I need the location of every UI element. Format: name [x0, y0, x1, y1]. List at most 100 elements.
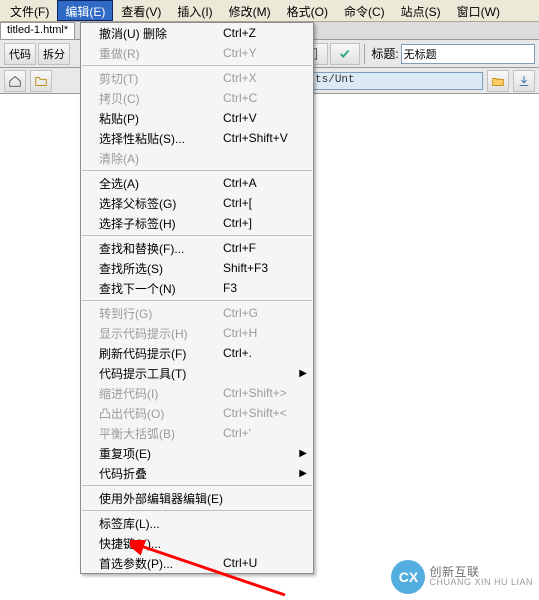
menu-item[interactable]: 查找和替换(F)...Ctrl+F — [81, 238, 313, 258]
menu-item-label: 平衡大括弧(B) — [99, 425, 223, 442]
menu-separator — [82, 235, 312, 236]
watermark-logo-icon: CX — [391, 560, 425, 594]
menu-item-shortcut: Ctrl+. — [223, 346, 307, 360]
watermark-sub: CHUANG XIN HU LIAN — [429, 577, 533, 587]
menu-item[interactable]: 标签库(L)... — [81, 513, 313, 533]
folder-icon — [34, 74, 48, 88]
menu-item-shortcut: Ctrl+X — [223, 71, 307, 85]
folder-open-icon — [491, 74, 505, 88]
menu-item-label: 重复项(E) — [99, 445, 223, 462]
menu-item-shortcut: Ctrl+[ — [223, 196, 307, 210]
home-icon — [8, 74, 22, 88]
menu-item: 平衡大括弧(B)Ctrl+' — [81, 423, 313, 443]
menu-item-label: 标签库(L)... — [99, 515, 223, 532]
menu-item: 剪切(T)Ctrl+X — [81, 68, 313, 88]
menu-item[interactable]: 选择子标签(H)Ctrl+] — [81, 213, 313, 233]
menu-item-label: 代码折叠 — [99, 465, 223, 482]
menu-separator — [82, 65, 312, 66]
watermark-brand: 创新互联 — [429, 567, 533, 577]
menu-item-shortcut: Ctrl+Shift+V — [223, 131, 307, 145]
menubar-item[interactable]: 插入(I) — [169, 0, 220, 21]
check-icon — [338, 47, 352, 61]
menu-item-shortcut: Ctrl+G — [223, 306, 307, 320]
menu-separator — [82, 510, 312, 511]
path-action-button[interactable] — [513, 70, 535, 92]
menu-item-label: 缩进代码(I) — [99, 385, 223, 402]
menu-item[interactable]: 查找下一个(N)F3 — [81, 278, 313, 298]
menu-item-label: 撤消(U) 删除 — [99, 25, 223, 42]
menu-item[interactable]: 选择父标签(G)Ctrl+[ — [81, 193, 313, 213]
menu-item-label: 快捷键(Y)... — [99, 535, 223, 552]
menubar-item[interactable]: 格式(O) — [279, 0, 336, 21]
menu-item[interactable]: 重复项(E) ▶ — [81, 443, 313, 463]
menu-item-label: 查找和替换(F)... — [99, 240, 223, 257]
menu-item-shortcut: Ctrl+Y — [223, 46, 307, 60]
nav-button-a[interactable] — [4, 70, 26, 92]
submenu-arrow-icon: ▶ — [299, 368, 307, 379]
menu-item-label: 选择子标签(H) — [99, 215, 223, 232]
menu-item[interactable]: 代码提示工具(T)▶ — [81, 363, 313, 383]
download-icon — [517, 74, 531, 88]
title-label: 标题: — [371, 45, 398, 62]
menu-item-shortcut: Ctrl+U — [223, 556, 307, 570]
code-view-button[interactable]: 代码 — [4, 43, 36, 65]
menu-item-shortcut: Ctrl+A — [223, 176, 307, 190]
menu-item-shortcut: Ctrl+Z — [223, 26, 307, 40]
title-input[interactable] — [401, 44, 535, 64]
menu-item: 缩进代码(I)Ctrl+Shift+> — [81, 383, 313, 403]
menubar-item[interactable]: 查看(V) — [113, 0, 169, 21]
menu-item-label: 显示代码提示(H) — [99, 325, 223, 342]
menu-item-label: 转到行(G) — [99, 305, 223, 322]
menu-separator — [82, 485, 312, 486]
menu-item-shortcut: Ctrl+] — [223, 216, 307, 230]
menu-item: 清除(A) — [81, 148, 313, 168]
menu-item[interactable]: 选择性粘贴(S)...Ctrl+Shift+V — [81, 128, 313, 148]
menu-item[interactable]: 首选参数(P)...Ctrl+U — [81, 553, 313, 573]
path-browse-button[interactable] — [487, 70, 509, 92]
watermark: CX 创新互联 CHUANG XIN HU LIAN — [391, 560, 533, 594]
menu-item-shortcut: F3 — [223, 281, 307, 295]
menu-item: 转到行(G)Ctrl+G — [81, 303, 313, 323]
menu-item-shortcut: Ctrl+V — [223, 111, 307, 125]
submenu-arrow-icon: ▶ — [299, 448, 307, 459]
menu-item-shortcut: Ctrl+H — [223, 326, 307, 340]
document-tab[interactable]: titled-1.html* — [0, 22, 75, 39]
menu-item-label: 凸出代码(O) — [99, 405, 223, 422]
menu-item-shortcut: Ctrl+' — [223, 426, 307, 440]
menubar-item[interactable]: 编辑(E) — [57, 0, 113, 21]
menu-item-label: 查找所选(S) — [99, 260, 223, 277]
menu-item[interactable]: 查找所选(S)Shift+F3 — [81, 258, 313, 278]
toolbar-button-e[interactable] — [330, 43, 360, 65]
menu-item[interactable]: 代码折叠 ▶ — [81, 463, 313, 483]
menu-item: 重做(R)Ctrl+Y — [81, 43, 313, 63]
menu-item-label: 清除(A) — [99, 150, 223, 167]
menu-item: 拷贝(C)Ctrl+C — [81, 88, 313, 108]
menu-item-label: 全选(A) — [99, 175, 223, 192]
menu-item[interactable]: 撤消(U) 删除Ctrl+Z — [81, 23, 313, 43]
submenu-arrow-icon: ▶ — [299, 468, 307, 479]
split-view-button[interactable]: 拆分 — [38, 43, 70, 65]
menu-item-shortcut: Ctrl+Shift+> — [223, 386, 307, 400]
menu-item-label: 使用外部编辑器编辑(E) — [99, 490, 223, 507]
menu-item-shortcut: Shift+F3 — [223, 261, 307, 275]
menu-item-label: 首选参数(P)... — [99, 555, 223, 572]
menubar-item[interactable]: 文件(F) — [2, 0, 57, 21]
menu-item-label: 粘贴(P) — [99, 110, 223, 127]
menu-item[interactable]: 全选(A)Ctrl+A — [81, 173, 313, 193]
menubar-item[interactable]: 命令(C) — [336, 0, 393, 21]
menubar-item[interactable]: 窗口(W) — [449, 0, 508, 21]
menubar-item[interactable]: 修改(M) — [221, 0, 279, 21]
menu-item[interactable]: 使用外部编辑器编辑(E) — [81, 488, 313, 508]
menu-item-shortcut: Ctrl+C — [223, 91, 307, 105]
menu-item-label: 剪切(T) — [99, 70, 223, 87]
toolbar-separator — [364, 44, 365, 64]
menu-item[interactable]: 刷新代码提示(F)Ctrl+. — [81, 343, 313, 363]
menubar-item[interactable]: 站点(S) — [393, 0, 449, 21]
menu-separator — [82, 300, 312, 301]
menu-item: 凸出代码(O)Ctrl+Shift+< — [81, 403, 313, 423]
menu-item: 显示代码提示(H)Ctrl+H — [81, 323, 313, 343]
menu-item[interactable]: 粘贴(P)Ctrl+V — [81, 108, 313, 128]
menu-item-label: 选择父标签(G) — [99, 195, 223, 212]
nav-button-b[interactable] — [30, 70, 52, 92]
menu-item[interactable]: 快捷键(Y)... — [81, 533, 313, 553]
